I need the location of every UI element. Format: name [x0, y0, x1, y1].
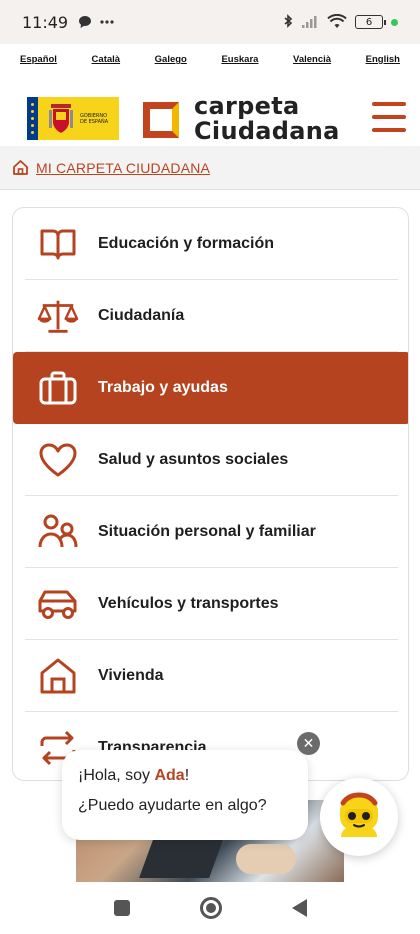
heart-icon	[37, 439, 79, 481]
car-icon	[37, 583, 79, 625]
signal-icon	[302, 16, 317, 28]
menu-item-trabajo[interactable]: Trabajo y ayudas	[13, 352, 408, 424]
menu-item-label: Trabajo y ayudas	[98, 379, 228, 396]
ada-assistant-avatar[interactable]	[320, 778, 398, 856]
book-icon	[37, 223, 79, 265]
menu-item-label: Vivienda	[98, 667, 164, 684]
lang-link-eu[interactable]: Euskara	[221, 54, 258, 74]
briefcase-icon	[37, 367, 79, 409]
carpeta-ciudadana-brand[interactable]: carpeta Ciudadana	[194, 94, 340, 144]
lang-link-va[interactable]: Valencià	[293, 54, 331, 74]
language-bar: Español Català Galego Euskara Valencià E…	[0, 54, 420, 74]
more-dots-icon	[100, 20, 114, 24]
robot-icon	[340, 792, 378, 837]
lang-link-ca[interactable]: Català	[92, 54, 121, 74]
people-icon	[37, 511, 79, 553]
chat-greeting: ¡Hola, soy Ada!	[78, 767, 190, 784]
status-time: 11:49	[22, 12, 69, 32]
lang-link-en[interactable]: English	[366, 54, 400, 74]
menu-item-label: Ciudadanía	[98, 307, 185, 324]
menu-item-label: Situación personal y familiar	[98, 523, 316, 540]
status-bar: 11:49 6	[0, 0, 420, 44]
chat-notification-icon	[79, 16, 92, 28]
menu-hamburger-button[interactable]	[372, 102, 406, 132]
gobierno-logo[interactable]: GOBIERNO DE ESPAÑA	[27, 97, 119, 140]
menu-item-educacion[interactable]: Educación y formación	[13, 208, 408, 280]
bluetooth-icon	[284, 14, 293, 28]
menu-item-salud[interactable]: Salud y asuntos sociales	[13, 424, 408, 496]
lang-link-es[interactable]: Español	[20, 54, 57, 74]
home-icon	[13, 160, 28, 175]
breadcrumb-link-mi-carpeta[interactable]: MI CARPETA CIUDADANA	[36, 160, 210, 176]
scales-icon	[37, 295, 79, 337]
privacy-dot	[391, 18, 398, 26]
battery-indicator: 6	[355, 15, 386, 29]
wifi-icon	[327, 14, 347, 28]
carpeta-logo-icon[interactable]	[141, 100, 181, 140]
eu-flag-icon	[27, 97, 38, 140]
menu-item-vehiculos[interactable]: Vehículos y transportes	[13, 568, 408, 640]
gobierno-text: GOBIERNO DE ESPAÑA	[80, 112, 109, 125]
assistant-name: Ada	[154, 767, 185, 784]
system-nav-bar	[0, 882, 420, 934]
menu-item-vivienda[interactable]: Vivienda	[13, 640, 408, 712]
menu-item-ciudadania[interactable]: Ciudadanía	[13, 280, 408, 352]
site-header: GOBIERNO DE ESPAÑA carpeta Ciudadana	[0, 90, 420, 146]
menu-item-label: Educación y formación	[98, 235, 275, 252]
breadcrumb: MI CARPETA CIUDADANA	[0, 146, 420, 190]
menu-item-label: Salud y asuntos sociales	[98, 451, 289, 468]
menu-item-situacion-personal[interactable]: Situación personal y familiar	[13, 496, 408, 568]
home-button[interactable]	[199, 897, 222, 919]
menu-item-label: Vehículos y transportes	[98, 595, 279, 612]
chat-close-button[interactable]: ✕	[297, 732, 320, 755]
chat-question: ¿Puedo ayudarte en algo?	[78, 797, 267, 814]
assistant-chat-bubble[interactable]: ¡Hola, soy Ada! ¿Puedo ayudarte en algo?	[62, 750, 308, 840]
back-button[interactable]	[291, 899, 307, 917]
category-menu: Educación y formación Ciudadanía Trabajo…	[12, 207, 409, 781]
lang-link-gl[interactable]: Galego	[155, 54, 187, 74]
house-icon	[37, 655, 79, 697]
coat-of-arms-icon	[49, 103, 73, 133]
recent-apps-button[interactable]	[113, 900, 130, 916]
